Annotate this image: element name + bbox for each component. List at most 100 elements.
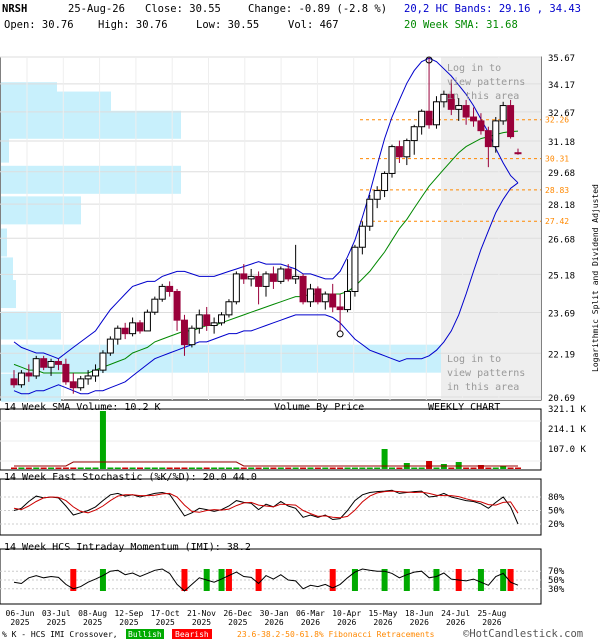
date-tick-year: 2025	[83, 618, 102, 627]
up-candle	[455, 105, 463, 110]
price-tick-label: 26.68	[548, 235, 575, 245]
date-tick-year: 2025	[10, 618, 29, 627]
up-candle	[403, 140, 411, 158]
date-tick-label: 17-Oct	[151, 609, 180, 618]
copyright[interactable]: ©HotCandlestick.com	[463, 628, 583, 640]
volume-bar	[114, 467, 121, 469]
volume-bar	[33, 467, 40, 469]
volume-bar	[277, 467, 284, 469]
imi-panel: 14 Week HCS Intraday Momentum (IMI): 38.…	[0, 542, 565, 605]
up-candle	[262, 273, 270, 287]
volume-tick-label: 107.0 K	[548, 445, 587, 455]
up-candle	[32, 358, 40, 377]
up-candle	[321, 293, 329, 303]
date-tick-year: 2025	[156, 618, 175, 627]
volume-bar	[107, 467, 114, 469]
volume-bar	[285, 467, 292, 469]
vbp-bar	[1, 134, 9, 163]
volume-bar	[248, 467, 255, 469]
volume-tick-label: 214.1 K	[548, 425, 587, 435]
down-candle	[62, 363, 70, 383]
volume-bar	[25, 467, 32, 469]
login-top-line2[interactable]: view patterns	[447, 77, 525, 88]
bearish-signal-bar	[255, 569, 262, 591]
login-top-line1[interactable]: Log in to	[447, 63, 501, 74]
down-candle	[514, 152, 522, 155]
down-candle	[477, 120, 485, 132]
up-candle	[277, 268, 285, 282]
volume-bar	[351, 467, 358, 469]
up-candle	[366, 198, 374, 227]
date-tick-year: 2026	[337, 618, 356, 627]
login-bottom-line2[interactable]: view patterns	[447, 368, 525, 379]
volume-bar	[129, 467, 136, 469]
volume-bar	[492, 467, 499, 469]
bands-label: 20,2 HC Bands: 29.16 , 34.43	[404, 3, 581, 15]
volume-bar	[292, 467, 299, 469]
low-label: Low: 30.55	[196, 19, 259, 31]
volume-bar	[470, 467, 477, 469]
up-candle	[143, 311, 151, 332]
down-candle	[54, 361, 62, 365]
volume-bar	[366, 467, 373, 469]
up-candle	[351, 246, 359, 292]
price-tick-label: 23.69	[548, 309, 575, 319]
vbp-bar	[1, 196, 81, 225]
volume-bar	[55, 467, 62, 469]
down-candle	[203, 314, 211, 327]
up-candle	[106, 338, 114, 354]
close-label: Close: 30.55	[145, 3, 221, 15]
down-candle	[269, 273, 277, 282]
volume-bar	[188, 467, 195, 469]
volume-bar	[99, 411, 106, 469]
up-candle	[247, 275, 255, 280]
volume-bar	[40, 467, 47, 469]
volume-bar	[507, 467, 514, 469]
date-tick-year: 2026	[446, 618, 465, 627]
symbol-label: NRSH	[2, 3, 27, 15]
login-bottom-line1[interactable]: Log in to	[447, 354, 501, 365]
up-candle	[218, 314, 226, 324]
sma-label: 20 Week SMA: 31.68	[404, 19, 518, 31]
bearish-signal-bar	[181, 569, 188, 591]
down-candle	[166, 285, 174, 292]
volume-bar	[255, 467, 262, 469]
volume-bar	[359, 467, 366, 469]
up-candle	[47, 361, 55, 368]
bullish-label: Bullish	[128, 630, 162, 639]
price-tick-label: 22.19	[548, 350, 575, 360]
volume-bar	[218, 467, 225, 469]
volume-bar	[85, 467, 92, 469]
login-top-line3[interactable]: in this area	[447, 91, 519, 102]
fib-legend: 23.6-38.2-50-61.8% Fibonacci Retracement…	[237, 630, 435, 639]
imi-title: 14 Week HCS Intraday Momentum (IMI): 38.…	[4, 542, 251, 553]
down-candle	[284, 268, 292, 280]
date-tick-label: 08-Aug	[78, 609, 107, 618]
volume-bar	[322, 467, 329, 469]
volume-bar	[374, 467, 381, 469]
volume-bar	[515, 467, 521, 469]
volume-bar	[196, 467, 203, 469]
price-tick-label: 28.18	[548, 201, 575, 211]
volume-bar	[270, 467, 277, 469]
price-axis: 35.67 34.17 32.67 31.18 29.68 28.18 26.68 25.18…	[548, 54, 575, 404]
up-candle	[195, 314, 203, 329]
bearish-label: Bearish	[175, 630, 209, 639]
volume-bar	[300, 467, 307, 469]
login-bottom-line3[interactable]: in this area	[447, 382, 519, 393]
volume-bar	[433, 467, 440, 469]
up-candle	[158, 285, 166, 300]
up-candle	[358, 225, 366, 248]
vbp-bar	[1, 280, 16, 309]
down-candle	[395, 146, 403, 158]
footer-legend: % K - HCS IMI Crossover,	[2, 630, 118, 639]
stochastic-title: 14 Week Fast Stochastic (%K/%D): 20.0 44…	[4, 472, 257, 483]
bullish-signal-bar	[477, 569, 484, 591]
date-tick-label: 24-Jul	[441, 609, 470, 618]
bullish-signal-bar	[433, 569, 440, 591]
volume-bar	[463, 467, 470, 469]
volume-bar	[263, 467, 269, 469]
up-candle	[210, 322, 218, 327]
up-candle	[306, 288, 314, 303]
price-tick-label: 29.68	[548, 169, 575, 179]
